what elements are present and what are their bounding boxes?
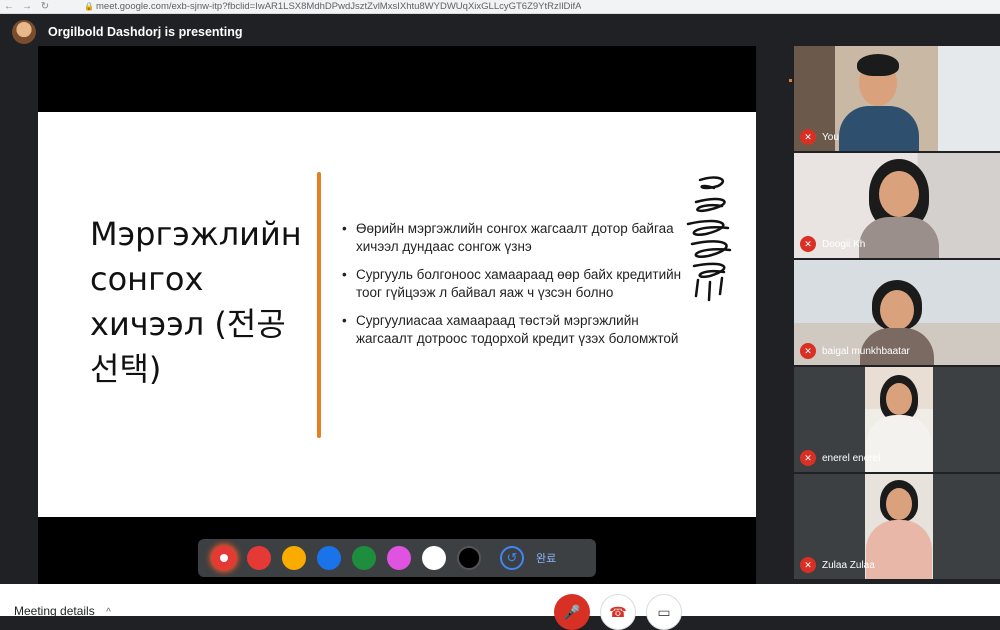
participant-tile[interactable]: ✕ enerel enerel	[794, 367, 1000, 472]
participant-name: Doogii Kh	[822, 238, 866, 250]
presentation-stage: Мэргэжлийн сонгох хичээл (전공 선택) Өөрийн …	[38, 46, 792, 598]
undo-icon[interactable]: ↺	[500, 546, 524, 570]
participant-name: baigal munkhbaatar	[822, 345, 910, 357]
slide-bullet: Сургуулиасаа хамаараад төстэй мэргэжлийн…	[342, 312, 682, 348]
color-swatch-blue[interactable]	[317, 546, 341, 570]
color-swatch-red[interactable]	[247, 546, 271, 570]
reload-icon[interactable]: ↻	[36, 0, 54, 14]
slide-divider	[317, 172, 321, 438]
participant-tile[interactable]: ✕ You	[794, 46, 1000, 151]
bottom-control-bar: Meeting details ^ 🎤 ☎ ▭	[0, 584, 1000, 630]
mic-off-icon: ✕	[800, 557, 816, 573]
mic-off-icon: ✕	[800, 450, 816, 466]
presenter-banner: Orgilbold Dashdorj is presenting	[12, 20, 242, 44]
slide-bullet: Сургууль болгоноос хамаараад өөр байх кр…	[342, 266, 682, 302]
presenter-avatar	[12, 20, 36, 44]
mic-off-icon: ✕	[800, 343, 816, 359]
participant-name: You	[822, 131, 839, 143]
meet-window: Orgilbold Dashdorj is presenting Мэргэжл…	[0, 14, 1000, 616]
presenter-text: Orgilbold Dashdorj is presenting	[48, 25, 243, 39]
mic-toggle-button[interactable]: 🎤	[554, 594, 590, 630]
slide: Мэргэжлийн сонгох хичээл (전공 선택) Өөрийн …	[38, 112, 756, 517]
color-swatch-black[interactable]	[457, 546, 481, 570]
chevron-up-icon: ^	[106, 607, 111, 618]
participant-name: enerel enerel	[822, 452, 881, 464]
mic-off-icon: ✕	[800, 129, 816, 145]
participant-name: Zulaa Zulaa	[822, 559, 875, 571]
url-field[interactable]: meet.google.com/exb-sjnw-itp?fbclid=IwAR…	[96, 1, 581, 12]
hang-up-icon: ☎	[609, 603, 627, 620]
back-arrow-icon[interactable]: ←	[0, 0, 18, 14]
pen-scribble	[686, 176, 732, 302]
done-button[interactable]: 완료	[536, 550, 556, 566]
color-swatch-green[interactable]	[352, 546, 376, 570]
participant-tile[interactable]: ✕ Doogii Kh	[794, 153, 1000, 258]
slide-bullet: Өөрийн мэргэжлийн сонгох жагсаалт дотор …	[342, 220, 682, 256]
slide-bullets: Өөрийн мэргэжлийн сонгох жагсаалт дотор …	[342, 220, 682, 358]
participant-grid: ✕ You ✕ Doogii Kh ✕ baigal munkhbaatar ✕…	[794, 46, 1000, 581]
slide-title: Мэргэжлийн сонгох хичээл (전공 선택)	[90, 215, 302, 388]
camera-toggle-button[interactable]: ▭	[646, 594, 682, 630]
mic-off-icon: 🎤	[563, 603, 581, 620]
color-swatch-pink[interactable]	[387, 546, 411, 570]
participant-tile[interactable]: ✕ baigal munkhbaatar	[794, 260, 1000, 365]
camera-icon: ▭	[657, 603, 671, 620]
lock-icon: 🔒	[84, 2, 94, 11]
browser-address-bar: ← → ↻ 🔒 meet.google.com/exb-sjnw-itp?fbc…	[0, 0, 1000, 14]
color-swatch-white[interactable]	[422, 546, 446, 570]
color-swatch-red-selected[interactable]	[212, 546, 236, 570]
color-swatch-yellow[interactable]	[282, 546, 306, 570]
forward-arrow-icon[interactable]: →	[18, 0, 36, 14]
hang-up-button[interactable]: ☎	[600, 594, 636, 630]
annotation-toolbar: ↺ 완료	[198, 539, 596, 577]
mic-off-icon: ✕	[800, 236, 816, 252]
pointer-dot	[789, 79, 792, 82]
participant-tile[interactable]: ✕ Zulaa Zulaa	[794, 474, 1000, 579]
